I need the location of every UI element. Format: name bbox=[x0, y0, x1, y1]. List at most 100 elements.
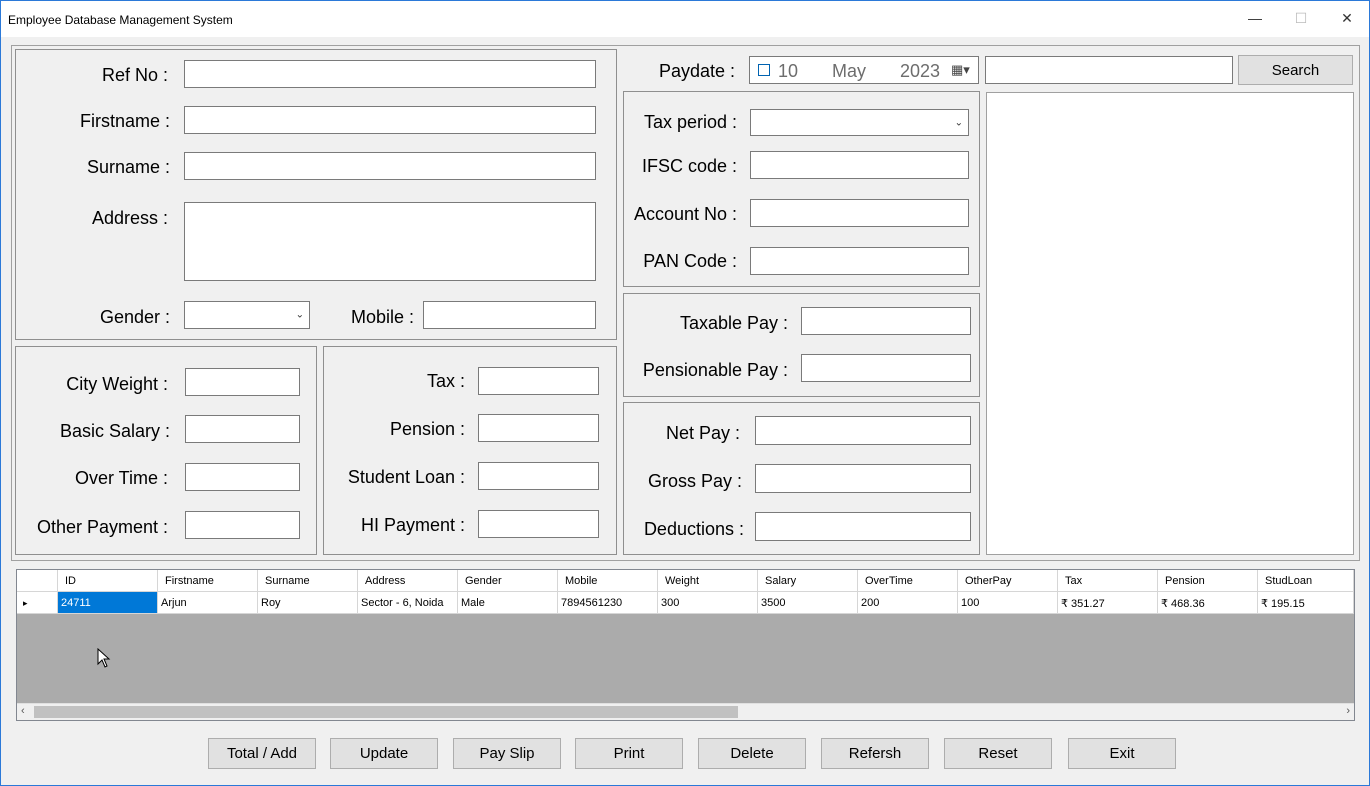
deductions-group: Tax : Pension : Student Loan : HI Paymen… bbox=[323, 346, 617, 555]
surname-label: Surname : bbox=[86, 157, 170, 177]
ref-no-label: Ref No : bbox=[101, 65, 168, 85]
column-header[interactable]: Salary bbox=[758, 570, 858, 592]
update-button[interactable]: Update bbox=[330, 738, 438, 769]
paydate-picker[interactable]: 10 May 2023 ▦▾ bbox=[749, 56, 979, 84]
taxable-pay-label: Taxable Pay : bbox=[679, 313, 788, 333]
scroll-right-icon[interactable]: › bbox=[1346, 705, 1350, 717]
title-bar: Employee Database Management System — ☐ … bbox=[1, 1, 1369, 37]
table-cell[interactable]: ₹ 351.27 bbox=[1058, 592, 1158, 614]
column-header[interactable]: Tax bbox=[1058, 570, 1158, 592]
pension-input[interactable] bbox=[478, 414, 599, 442]
total-add-button[interactable]: Total / Add bbox=[208, 738, 316, 769]
bank-group: Tax period : ⌄ IFSC code : Account No : … bbox=[623, 91, 980, 287]
tax-period-select[interactable]: ⌄ bbox=[750, 109, 969, 136]
table-cell[interactable]: Roy bbox=[258, 592, 358, 614]
exit-button[interactable]: Exit bbox=[1068, 738, 1176, 769]
close-button[interactable]: ✕ bbox=[1324, 1, 1370, 35]
scroll-left-icon[interactable]: ‹ bbox=[21, 705, 25, 717]
reset-button[interactable]: Reset bbox=[944, 738, 1052, 769]
scroll-thumb[interactable] bbox=[34, 706, 738, 718]
column-header[interactable]: Surname bbox=[258, 570, 358, 592]
delete-button[interactable]: Delete bbox=[698, 738, 806, 769]
column-header[interactable]: StudLoan bbox=[1258, 570, 1354, 592]
basic-salary-label: Basic Salary : bbox=[59, 421, 170, 441]
pensionable-pay-input[interactable] bbox=[801, 354, 971, 382]
column-header[interactable]: OverTime bbox=[858, 570, 958, 592]
table-cell[interactable]: Sector - 6, Noida bbox=[358, 592, 458, 614]
mobile-input[interactable] bbox=[423, 301, 596, 329]
address-label: Address : bbox=[91, 208, 168, 228]
table-cell[interactable]: Arjun bbox=[158, 592, 258, 614]
taxable-pay-input[interactable] bbox=[801, 307, 971, 335]
paydate-month: May bbox=[832, 61, 867, 81]
mouse-cursor-icon bbox=[97, 648, 111, 668]
receipt-textbox[interactable] bbox=[986, 92, 1354, 555]
table-cell[interactable]: ₹ 468.36 bbox=[1158, 592, 1258, 614]
refresh-button[interactable]: Refersh bbox=[821, 738, 929, 769]
table-cell[interactable]: 7894561230 bbox=[558, 592, 658, 614]
hi-payment-input[interactable] bbox=[478, 510, 599, 538]
basic-salary-input[interactable] bbox=[185, 415, 300, 443]
gender-select[interactable]: ⌄ bbox=[184, 301, 310, 329]
paydate-year: 2023 bbox=[900, 61, 941, 81]
firstname-label: Firstname : bbox=[79, 111, 170, 131]
address-input[interactable] bbox=[184, 202, 596, 281]
column-header[interactable]: Firstname bbox=[158, 570, 258, 592]
row-pointer-icon[interactable]: ▸ bbox=[17, 592, 58, 614]
print-button[interactable]: Print bbox=[575, 738, 683, 769]
net-pay-input[interactable] bbox=[755, 416, 971, 445]
employee-grid[interactable]: ID Firstname Surname Address Gender Mobi… bbox=[16, 569, 1355, 721]
table-cell[interactable]: 300 bbox=[658, 592, 758, 614]
pan-code-input[interactable] bbox=[750, 247, 969, 275]
account-no-input[interactable] bbox=[750, 199, 969, 227]
maximize-icon: ☐ bbox=[1294, 9, 1308, 26]
table-row[interactable]: ▸ 24711 Arjun Roy Sector - 6, Noida Male… bbox=[17, 592, 1354, 614]
table-cell[interactable]: 3500 bbox=[758, 592, 858, 614]
column-header[interactable]: ID bbox=[58, 570, 158, 592]
over-time-input[interactable] bbox=[185, 463, 300, 491]
city-weight-input[interactable] bbox=[185, 368, 300, 396]
pay-slip-button[interactable]: Pay Slip bbox=[453, 738, 561, 769]
ref-no-input[interactable] bbox=[184, 60, 596, 88]
grid-header: ID Firstname Surname Address Gender Mobi… bbox=[17, 570, 1354, 592]
firstname-input[interactable] bbox=[184, 106, 596, 134]
table-cell[interactable]: Male bbox=[458, 592, 558, 614]
column-header[interactable]: Gender bbox=[458, 570, 558, 592]
table-cell[interactable]: 100 bbox=[958, 592, 1058, 614]
pension-label: Pension : bbox=[389, 419, 465, 439]
deductions-input[interactable] bbox=[755, 512, 971, 541]
search-input[interactable] bbox=[985, 56, 1233, 84]
net-pay-label: Net Pay : bbox=[665, 423, 740, 443]
table-cell[interactable]: ₹ 195.15 bbox=[1258, 592, 1354, 614]
net-pay-group: Net Pay : Gross Pay : Deductions : bbox=[623, 402, 980, 555]
surname-input[interactable] bbox=[184, 152, 596, 180]
gross-pay-input[interactable] bbox=[755, 464, 971, 493]
minimize-button[interactable]: — bbox=[1232, 1, 1278, 35]
search-button[interactable]: Search bbox=[1238, 55, 1353, 85]
ifsc-code-input[interactable] bbox=[750, 151, 969, 179]
column-header[interactable]: Address bbox=[358, 570, 458, 592]
other-payment-label: Other Payment : bbox=[36, 517, 168, 537]
maximize-button[interactable]: ☐ bbox=[1278, 1, 1324, 35]
column-header[interactable]: OtherPay bbox=[958, 570, 1058, 592]
student-loan-input[interactable] bbox=[478, 462, 599, 490]
horizontal-scrollbar[interactable]: ‹ › bbox=[17, 703, 1354, 720]
window-title: Employee Database Management System bbox=[8, 13, 233, 27]
column-header[interactable]: Weight bbox=[658, 570, 758, 592]
deductions-label: Deductions : bbox=[643, 519, 744, 539]
paydate-checkbox[interactable] bbox=[758, 64, 770, 76]
calendar-icon[interactable]: ▦▾ bbox=[951, 62, 970, 78]
table-cell[interactable]: 24711 bbox=[58, 592, 158, 614]
column-header[interactable]: Mobile bbox=[558, 570, 658, 592]
chevron-down-icon: ⌄ bbox=[295, 309, 304, 321]
app-window: Employee Database Management System — ☐ … bbox=[0, 0, 1370, 786]
tax-period-label: Tax period : bbox=[643, 112, 737, 132]
table-cell[interactable]: 200 bbox=[858, 592, 958, 614]
column-header[interactable]: Pension bbox=[1158, 570, 1258, 592]
gender-label: Gender : bbox=[99, 307, 170, 327]
city-weight-label: City Weight : bbox=[66, 374, 168, 394]
tax-input[interactable] bbox=[478, 367, 599, 395]
other-payment-input[interactable] bbox=[185, 511, 300, 539]
close-icon: ✕ bbox=[1341, 9, 1353, 26]
tax-label: Tax : bbox=[426, 371, 465, 391]
